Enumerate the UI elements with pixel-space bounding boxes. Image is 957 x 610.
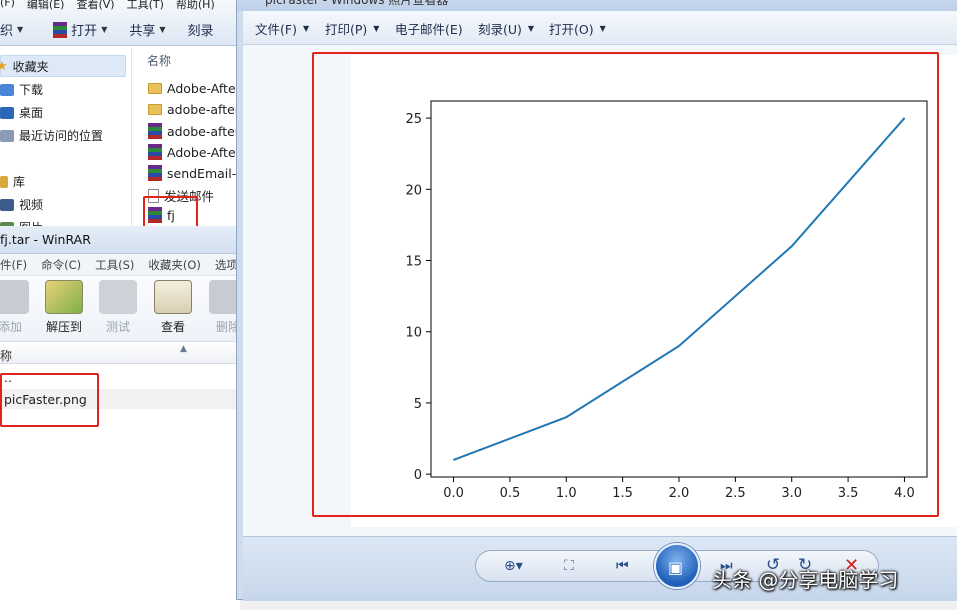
winrar-column-header[interactable]: 称 ▲: [0, 344, 240, 364]
open-button[interactable]: 打开 ▼: [53, 20, 107, 39]
highlight-box-picfaster: [0, 373, 99, 427]
viewer-title: picFaster - Windows 照片查看器: [265, 0, 449, 7]
file-item[interactable]: adobe-after: [148, 123, 240, 139]
menu-help[interactable]: 帮助(H): [176, 0, 215, 11]
viewer-menu-open[interactable]: 打开(O) ▼: [549, 19, 606, 38]
winrar-archive-icon: [53, 21, 68, 38]
explorer-menubar: (F) 编辑(E) 查看(V) 工具(T) 帮助(H): [0, 0, 227, 11]
share-button[interactable]: 共享 ▼: [129, 20, 165, 39]
column-header-name[interactable]: 名称: [147, 52, 171, 69]
viewer-menu-email[interactable]: 电子邮件(E): [395, 19, 463, 38]
chevron-down-icon: ▼: [373, 24, 380, 33]
viewer-menubar: 文件(F) ▼ 打印(P) ▼ 电子邮件(E) 刻录(U) ▼ 打开(O) ▼: [243, 11, 957, 45]
explorer-command-bar: 织 ▼ 打开 ▼ 共享 ▼ 刻录: [0, 20, 236, 39]
star-icon: ★: [0, 59, 8, 74]
navigation-pane: ★ 收藏夹 下载 桌面 最近访问的位置 库 视频 图片: [0, 48, 132, 235]
folder-icon: [148, 104, 162, 115]
video-icon: [0, 198, 14, 211]
slideshow-button[interactable]: ▣: [654, 543, 700, 589]
nav-item-favorites[interactable]: ★ 收藏夹: [0, 58, 49, 75]
winrar-titlebar: fj.tar - WinRAR: [0, 226, 240, 254]
chevron-down-icon: ▼: [527, 24, 535, 33]
download-icon: [0, 83, 14, 96]
menu-tools[interactable]: 工具(T): [127, 0, 164, 11]
zoom-icon[interactable]: ⊕▾: [504, 559, 523, 573]
viewer-menu-burn[interactable]: 刻录(U) ▼: [478, 19, 534, 38]
winrar-column-name: 称: [0, 349, 13, 363]
winrar-menu-tools[interactable]: 工具(S): [95, 257, 134, 273]
file-item[interactable]: sendEmail-v: [148, 165, 240, 181]
library-icon: [0, 175, 8, 188]
extract-icon: [45, 280, 83, 314]
winrar-menubar: 件(F) 命令(C) 工具(S) 收藏夹(O) 选项: [0, 254, 240, 276]
add-archive-icon: [0, 280, 29, 314]
previous-icon[interactable]: ⏮: [616, 559, 629, 573]
winrar-menu-favorites[interactable]: 收藏夹(O): [148, 257, 201, 273]
chevron-down-icon: ▼: [17, 25, 24, 34]
burn-button[interactable]: 刻录: [188, 20, 214, 39]
folder-icon: [148, 83, 162, 94]
test-icon: [99, 280, 137, 314]
slideshow-icon: ▣: [668, 558, 684, 577]
extract-to-button[interactable]: 解压到: [36, 280, 92, 335]
chevron-down-icon: ▼: [159, 25, 166, 34]
nav-item-recent[interactable]: 最近访问的位置: [0, 127, 103, 144]
winrar-archive-icon: [148, 165, 162, 181]
desktop-icon: [0, 106, 14, 119]
nav-item-desktop[interactable]: 桌面: [0, 104, 43, 121]
view-button[interactable]: 查看: [145, 280, 201, 335]
viewer-menu-print[interactable]: 打印(P) ▼: [325, 19, 379, 38]
winrar-archive-icon: [148, 144, 162, 160]
explorer-window: (F) 编辑(E) 查看(V) 工具(T) 帮助(H) 织 ▼ 打开 ▼ 共享 ▼ 刻…: [0, 0, 240, 235]
nav-item-downloads[interactable]: 下载: [0, 81, 43, 98]
add-button[interactable]: 添加: [0, 280, 38, 335]
winrar-menu-file[interactable]: 件(F): [0, 257, 27, 273]
view-book-icon: [154, 280, 192, 314]
winrar-title: fj.tar - WinRAR: [0, 232, 91, 247]
menu-file[interactable]: (F): [0, 0, 15, 10]
viewer-titlebar: picFaster - Windows 照片查看器: [237, 0, 957, 11]
test-button[interactable]: 测试: [90, 280, 146, 335]
file-item[interactable]: Adobe-Afte: [148, 144, 236, 160]
highlight-box-image: [312, 52, 939, 517]
file-item[interactable]: Adobe-Afte: [148, 81, 236, 96]
nav-item-videos[interactable]: 视频: [0, 196, 43, 213]
chevron-down-icon: ▼: [101, 25, 108, 34]
winrar-toolbar: 添加 解压到 测试 查看 删除: [0, 276, 247, 342]
chevron-down-icon: ▼: [302, 24, 310, 33]
actual-size-icon[interactable]: ⛶: [564, 559, 574, 573]
file-item[interactable]: adobe-after: [148, 102, 240, 117]
viewer-menu-file[interactable]: 文件(F) ▼: [255, 19, 309, 38]
nav-item-libraries[interactable]: 库: [0, 173, 25, 190]
sort-ascending-icon: ▲: [180, 344, 187, 354]
explorer-toolbar: (F) 编辑(E) 查看(V) 工具(T) 帮助(H) 织 ▼ 打开 ▼ 共享 ▼ 刻…: [0, 0, 240, 46]
chevron-down-icon: ▼: [599, 24, 606, 33]
watermark: 头条 @分享电脑学习: [712, 568, 899, 592]
winrar-menu-commands[interactable]: 命令(C): [41, 257, 81, 273]
winrar-archive-icon: [148, 123, 162, 139]
menu-edit[interactable]: 编辑(E): [27, 0, 65, 11]
menu-view[interactable]: 查看(V): [76, 0, 114, 11]
winrar-menu-options[interactable]: 选项: [215, 257, 238, 273]
organize-button[interactable]: 织 ▼: [0, 20, 23, 39]
recent-places-icon: [0, 129, 14, 142]
